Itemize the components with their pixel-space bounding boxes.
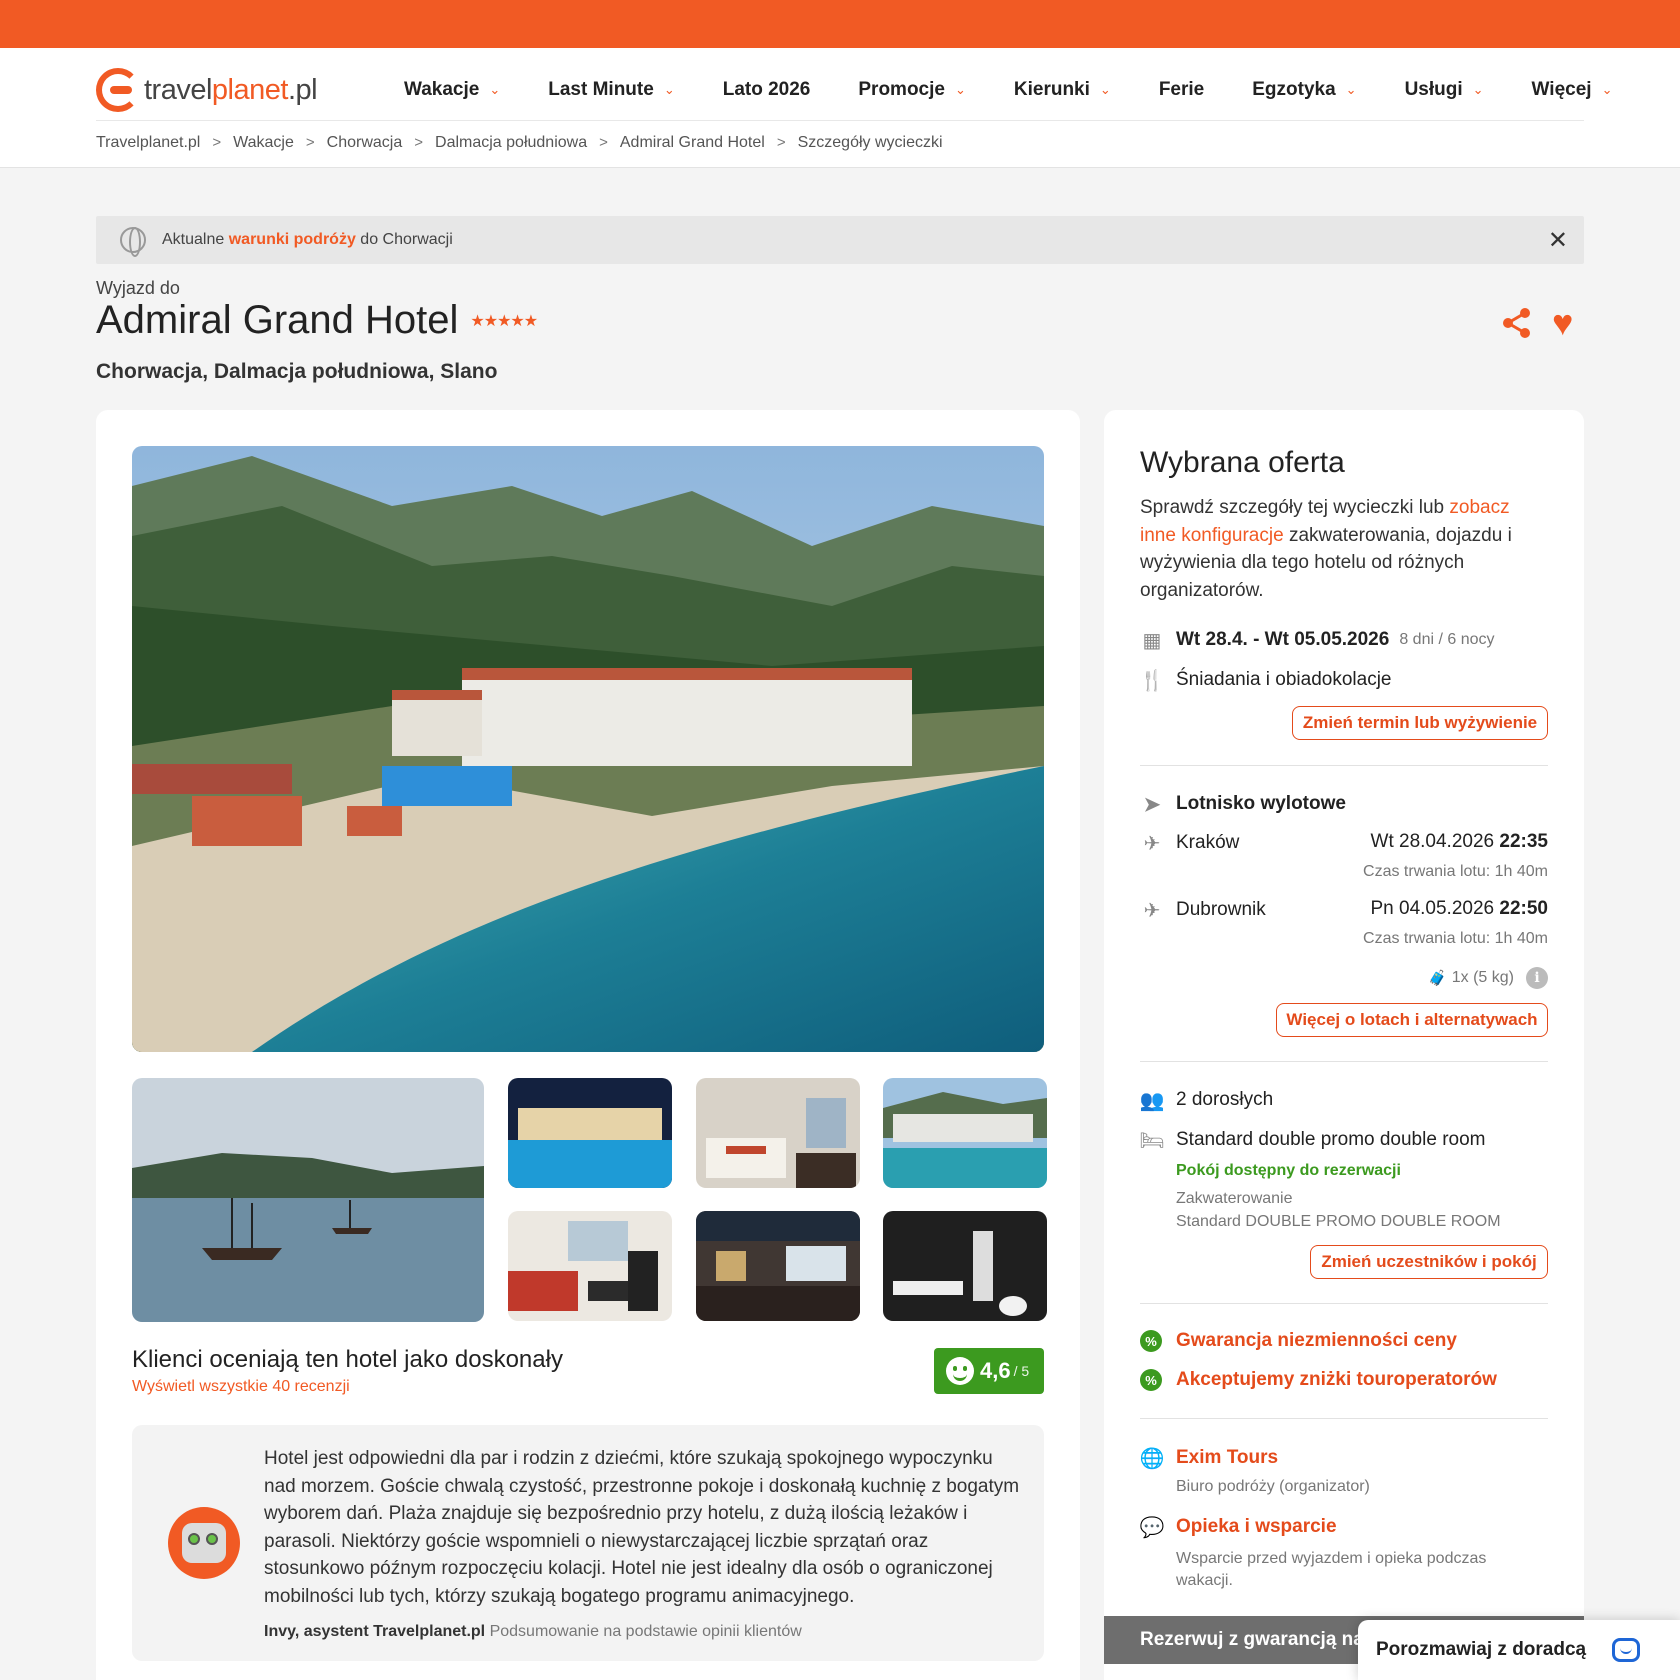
users-icon: 👥 [1139,1089,1165,1112]
globe-icon [120,227,146,257]
hotel-location: Chorwacja, Dalmacja południowa, Slano [96,360,498,383]
percent-icon: % [1140,1369,1162,1391]
gallery-thumbnail-pool-night[interactable] [508,1078,672,1188]
breadcrumb-item[interactable]: Wakacje [233,134,294,152]
ai-review-summary: Hotel jest odpowiedni dla par i rodzin z… [132,1425,1044,1661]
chevron-right-icon: > [305,134,315,151]
reviews-heading: Klienci oceniają ten hotel jako doskonał… [132,1346,563,1373]
main-nav: Wakacje ⌄ Last Minute ⌄ Lato 2026 Promocje… [380,72,1636,108]
organizer[interactable]: 🌐 Exim Tours [1139,1446,1279,1470]
gallery-thumbnail-living-room[interactable] [508,1211,672,1321]
breadcrumb-item[interactable]: Dalmacja południowa [435,134,587,152]
nav-item-ferie[interactable]: Ferie [1135,72,1228,108]
takeoff-icon: ✈ [1143,832,1161,855]
share-icon[interactable] [1500,306,1534,340]
page-title: Admiral Grand Hotel ★★★★★ [96,298,538,342]
room-type: 🛏 Standard double promo double room [1139,1129,1486,1152]
outbound-flight: ✈ Kraków [1140,831,1240,855]
divider [1140,765,1548,766]
gallery-thumbnail-lounge[interactable] [696,1211,860,1321]
price-guarantee[interactable]: % Gwarancja niezmienności ceny [1140,1330,1457,1352]
offer-board: 🍴 Śniadania i obiadokolacje [1139,669,1392,692]
chevron-right-icon: > [599,134,608,151]
calendar-icon: ▦ [1142,629,1162,652]
nav-item-lato-2026[interactable]: Lato 2026 [699,72,835,108]
breadcrumb: Travelplanet.pl > Wakacje > Chorwacja > Dal… [96,134,943,152]
discounts-accepted[interactable]: % Akceptujemy zniżki touroperatorów [1140,1369,1497,1391]
travellers: 👥 2 dorosłych [1139,1089,1274,1112]
support[interactable]: 💬 Opieka i wsparcie [1140,1515,1337,1539]
gallery-thumbnail-boats[interactable] [132,1078,484,1322]
logo-mark-icon [96,68,140,112]
chevron-down-icon: ⌄ [954,82,966,97]
nav-item-uslugi[interactable]: Usługi ⌄ [1381,72,1508,108]
support-agent-icon: 💬 [1139,1516,1165,1539]
chevron-down-icon: ⌄ [663,82,675,97]
breadcrumb-item[interactable]: Chorwacja [327,134,403,152]
top-accent-bar [0,0,1680,48]
gallery-thumbnail-bedroom[interactable] [696,1078,860,1188]
gallery-thumbnail-bathroom[interactable] [883,1211,1047,1321]
offer-description: Sprawdź szczegóły tej wycieczki lub zoba… [1140,497,1512,601]
rating-badge: 4,6 / 5 [934,1348,1044,1394]
smiley-icon [946,1357,974,1385]
departure-airport-heading: ➤ Lotnisko wylotowe [1140,792,1346,816]
divider [1140,1303,1548,1304]
percent-icon: % [1140,1330,1162,1352]
landing-icon: ✈ [1143,899,1161,922]
star-rating-icon: ★★★★★ [470,312,538,330]
hotel-main-photo[interactable] [132,446,1044,1052]
gallery-and-reviews-card: Klienci oceniają ten hotel jako doskonał… [96,410,1080,1680]
luggage-info: 🧳 1x (5 kg) i [1428,966,1548,990]
breadcrumb-item[interactable]: Admiral Grand Hotel [620,134,765,152]
summary-text: Hotel jest odpowiedni dla par i rodzin z… [264,1448,1020,1607]
nav-item-last-minute[interactable]: Last Minute ⌄ [524,72,698,108]
chat-with-advisor-widget[interactable]: Porozmawiaj z doradcą [1358,1620,1680,1680]
summary-signature: Invy, asystent Travelplanet.pl Podsumowa… [264,1623,802,1640]
luggage-icon: 🧳 [1428,970,1448,987]
nav-item-kierunki[interactable]: Kierunki ⌄ [990,72,1135,108]
site-header: travelplanet.pl Wakacje ⌄ Last Minute ⌄ La… [0,48,1680,168]
chevron-down-icon: ⌄ [1601,82,1613,97]
travel-conditions-notice: Aktualne warunki podróży do Chorwacji ✕ [96,216,1584,264]
divider [1140,1061,1548,1062]
favorite-heart-icon[interactable]: ♥ [1552,305,1573,341]
nav-item-wakacje[interactable]: Wakacje ⌄ [380,72,524,108]
chevron-right-icon: > [212,134,222,151]
divider [1140,1418,1548,1419]
chevron-down-icon: ⌄ [1472,82,1484,97]
travelplanet-logo[interactable]: travelplanet.pl [96,62,318,118]
nav-item-wiecej[interactable]: Więcej ⌄ [1508,72,1637,108]
breadcrumb-current: Szczegóły wycieczki [797,134,943,151]
assistant-avatar [168,1507,240,1579]
all-reviews-link[interactable]: Wyświetl wszystkie 40 recenzji [132,1378,350,1396]
chevron-right-icon: > [776,134,786,151]
chevron-down-icon: ⌄ [489,82,501,97]
globe-icon: 🌐 [1139,1447,1165,1470]
inbound-flight: ✈ Dubrownik [1140,898,1266,922]
info-icon[interactable]: i [1526,967,1548,989]
chevron-down-icon: ⌄ [1099,82,1111,97]
change-term-button[interactable]: Zmień termin lub wyżywienie [1292,706,1548,740]
nav-item-egzotyka[interactable]: Egzotyka ⌄ [1228,72,1380,108]
cutlery-icon: 🍴 [1139,669,1165,692]
room-availability: Pokój dostępny do rezerwacji [1176,1162,1401,1179]
bed-icon: 🛏 [1139,1129,1165,1152]
change-participants-button[interactable]: Zmień uczestników i pokój [1310,1245,1548,1279]
selected-offer-card: Wybrana oferta Sprawdź szczegóły tej wyc… [1104,410,1584,1680]
more-flights-button[interactable]: Więcej o lotach i alternatywach [1276,1003,1548,1037]
breadcrumb-item[interactable]: Travelplanet.pl [96,134,200,152]
close-icon[interactable]: ✕ [1548,226,1568,255]
travel-conditions-link[interactable]: warunki podróży [229,231,356,248]
offer-dates: ▦ Wt 28.4. - Wt 05.05.2026 8 dni / 6 noc… [1140,628,1495,652]
offer-title: Wybrana oferta [1140,446,1345,479]
plane-icon: ➤ [1143,793,1161,816]
header-divider [96,120,1584,121]
gallery-thumbnail-hotel-exterior[interactable] [883,1078,1047,1188]
chat-bubble-icon [1612,1638,1640,1662]
chevron-down-icon: ⌄ [1345,82,1357,97]
chevron-right-icon: > [414,134,424,151]
nav-item-promocje[interactable]: Promocje ⌄ [834,72,990,108]
hotel-pretitle: Wyjazd do [96,278,180,298]
